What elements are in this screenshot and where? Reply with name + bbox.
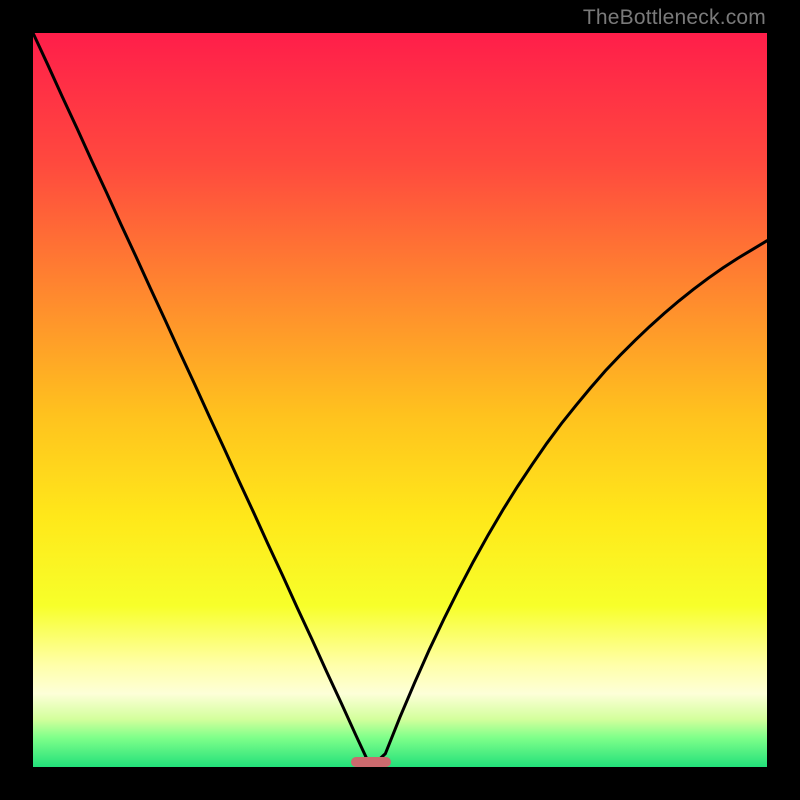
outer-frame: TheBottleneck.com xyxy=(0,0,800,800)
optimal-range-marker xyxy=(351,757,391,767)
curve-layer xyxy=(33,33,767,767)
watermark-text: TheBottleneck.com xyxy=(583,6,766,30)
bottleneck-curve xyxy=(33,33,767,767)
plot-area xyxy=(33,33,767,767)
